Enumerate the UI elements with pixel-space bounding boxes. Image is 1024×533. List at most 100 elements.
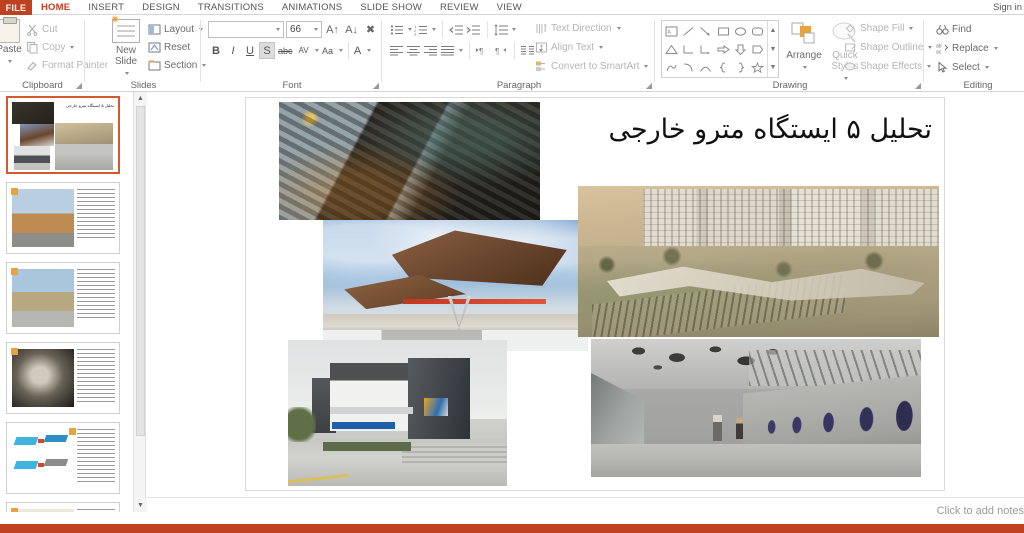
chevron-down-icon[interactable]	[432, 28, 436, 31]
bold-button[interactable]: B	[208, 42, 224, 59]
tab-transitions[interactable]: TRANSITIONS	[189, 0, 273, 15]
shrink-font-button[interactable]: A↓	[343, 21, 360, 38]
replace-button[interactable]: ab ac Replace	[936, 39, 998, 58]
angular-canopy-station-photo[interactable]	[323, 220, 588, 351]
font-size-input[interactable]: 66	[286, 21, 322, 38]
chevron-down-icon[interactable]	[993, 47, 998, 50]
tab-home[interactable]: HOME	[32, 0, 79, 15]
align-center-button[interactable]	[406, 42, 422, 59]
slide-thumbnail-3[interactable]	[6, 262, 120, 334]
current-slide-canvas[interactable]: تحلیل ۵ ایستگاه مترو خارجی	[245, 97, 945, 491]
shapes-scroll-down-icon[interactable]: ▼	[768, 40, 778, 59]
increase-indent-button[interactable]	[465, 21, 481, 38]
clear-formatting-icon[interactable]: ✖	[362, 21, 379, 38]
select-button[interactable]: Select	[936, 58, 998, 77]
notes-pane[interactable]: Click to add notes	[147, 497, 1024, 524]
scrollbar-thumb[interactable]	[136, 106, 145, 436]
chevron-down-icon[interactable]	[616, 27, 621, 30]
clipboard-dialog-launcher[interactable]: ◢	[76, 81, 82, 90]
shape-curve-icon[interactable]	[680, 58, 697, 76]
scroll-down-icon[interactable]: ▼	[134, 499, 147, 512]
line-spacing-button[interactable]	[487, 21, 509, 38]
shape-arc-icon[interactable]	[697, 58, 714, 76]
character-spacing-button[interactable]: AV	[296, 42, 312, 59]
section-button[interactable]: Section	[148, 56, 207, 74]
chevron-down-icon[interactable]	[803, 66, 807, 69]
numbering-button[interactable]: 123	[413, 21, 429, 38]
shape-elbow-arrow-icon[interactable]	[697, 40, 714, 58]
shape-elbow-connector-icon[interactable]	[680, 40, 697, 58]
chevron-down-icon[interactable]	[408, 28, 412, 31]
chevron-down-icon[interactable]	[314, 49, 319, 52]
chevron-down-icon[interactable]	[70, 45, 75, 49]
slide-thumbnail-6[interactable]	[6, 502, 120, 512]
convert-to-smartart-button[interactable]: Convert to SmartArt	[535, 57, 649, 76]
chevron-down-icon[interactable]	[276, 28, 280, 31]
shape-left-brace-icon[interactable]	[714, 58, 731, 76]
left-to-right-button[interactable]: ¶	[469, 42, 491, 59]
shape-pentagon-icon[interactable]	[749, 40, 766, 58]
bullets-button[interactable]	[389, 21, 405, 38]
change-case-button[interactable]: Aa	[320, 42, 336, 59]
chevron-down-icon[interactable]	[338, 49, 343, 52]
tab-review[interactable]: REVIEW	[431, 0, 488, 15]
tab-file[interactable]: FILE	[0, 0, 32, 15]
chevron-down-icon[interactable]	[512, 28, 516, 31]
layout-button[interactable]: Layout	[148, 20, 206, 38]
chevron-down-icon[interactable]	[644, 65, 649, 68]
shape-down-arrow-icon[interactable]	[732, 40, 749, 58]
shape-star-icon[interactable]	[749, 58, 766, 76]
chevron-down-icon[interactable]	[909, 27, 914, 30]
chevron-down-icon[interactable]	[984, 66, 989, 69]
right-to-left-button[interactable]: ¶	[492, 42, 508, 59]
tab-animations[interactable]: ANIMATIONS	[273, 0, 351, 15]
shape-fill-button[interactable]: Shape Fill	[844, 19, 932, 38]
shapes-gallery-scrollbar[interactable]: ▲ ▼ ▼	[767, 21, 778, 77]
font-color-button[interactable]: A	[347, 42, 364, 59]
shapes-gallery[interactable]: A ▲ ▼ ▼	[661, 20, 779, 78]
strikethrough-button[interactable]: abc	[276, 42, 295, 59]
shape-right-arrow-icon[interactable]	[714, 40, 731, 58]
arrange-button[interactable]: Arrange	[784, 20, 824, 72]
slides-panel-scrollbar[interactable]: ▲ ▼	[133, 92, 147, 512]
align-text-button[interactable]: Align Text	[535, 38, 648, 57]
decrease-indent-button[interactable]	[442, 21, 464, 38]
tab-insert[interactable]: INSERT	[79, 0, 133, 15]
chevron-down-icon[interactable]	[459, 49, 463, 52]
shape-outline-button[interactable]: Shape Outline	[844, 38, 933, 57]
italic-button[interactable]: I	[225, 42, 241, 59]
chevron-down-icon[interactable]	[8, 60, 12, 63]
slides-thumbnail-panel[interactable]: تحلیل ۵ ایستگاه مترو خارجی	[0, 92, 133, 512]
chevron-down-icon[interactable]	[599, 46, 604, 49]
new-slide-button[interactable]: ✷ New Slide	[108, 15, 144, 78]
align-left-button[interactable]	[389, 42, 405, 59]
shape-line-icon[interactable]	[680, 22, 697, 40]
slide-thumbnail-1[interactable]: تحلیل ۵ ایستگاه مترو خارجی	[6, 96, 120, 174]
underline-button[interactable]: U	[242, 42, 258, 59]
shape-oval-icon[interactable]	[732, 22, 749, 40]
paste-button[interactable]: Paste	[0, 17, 26, 66]
slide-thumbnail-2[interactable]	[6, 182, 120, 254]
align-right-button[interactable]	[423, 42, 439, 59]
shape-text-box-icon[interactable]: A	[663, 22, 680, 40]
chevron-down-icon[interactable]	[314, 28, 318, 31]
sign-in-link[interactable]: Sign in	[993, 0, 1024, 15]
reset-button[interactable]: Reset	[148, 38, 206, 56]
shape-arrow-line-icon[interactable]	[697, 22, 714, 40]
shape-right-brace-icon[interactable]	[732, 58, 749, 76]
shape-triangle-icon[interactable]	[663, 40, 680, 58]
shapes-scroll-up-icon[interactable]: ▲	[768, 21, 778, 40]
shape-rectangle-icon[interactable]	[714, 22, 731, 40]
aerial-night-station-photo[interactable]	[279, 102, 540, 220]
font-dialog-launcher[interactable]: ◢	[373, 81, 379, 90]
slide-thumbnail-5[interactable]	[6, 422, 120, 494]
text-shadow-button[interactable]: S	[259, 42, 275, 59]
chevron-down-icon[interactable]	[927, 65, 932, 68]
grow-font-button[interactable]: A↑	[324, 21, 341, 38]
paragraph-dialog-launcher[interactable]: ◢	[646, 81, 652, 90]
underground-platform-photo[interactable]	[591, 339, 921, 477]
drawing-dialog-launcher[interactable]: ◢	[915, 81, 921, 90]
shape-rounded-rectangle-icon[interactable]	[749, 22, 766, 40]
find-button[interactable]: Find	[936, 20, 998, 39]
shape-effects-button[interactable]: Shape Effects	[844, 57, 932, 76]
